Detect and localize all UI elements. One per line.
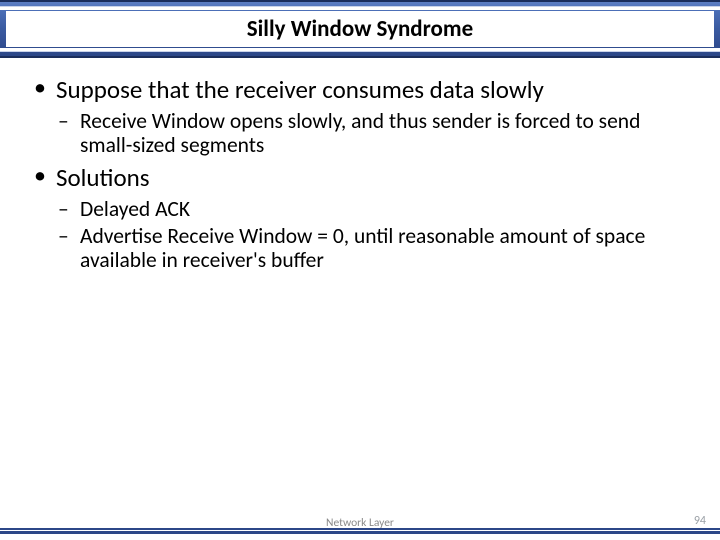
sub-list-item: Delayed ACK [56, 197, 692, 222]
sub-list: Delayed ACK Advertise Receive Window = 0… [56, 197, 692, 273]
sub-list-item: Advertise Receive Window = 0, until reas… [56, 224, 692, 273]
sub-list: Receive Window opens slowly, and thus se… [56, 109, 692, 158]
list-item: Solutions Delayed ACK Advertise Receive … [28, 164, 692, 273]
sub-list-item: Receive Window opens slowly, and thus se… [56, 109, 692, 158]
footer: Network Layer 94 [0, 512, 720, 534]
slide-title: Silly Window Syndrome [6, 11, 714, 47]
title-bar: Silly Window Syndrome [0, 0, 720, 58]
footer-page-number: 94 [694, 514, 706, 528]
bullet-list: Suppose that the receiver consumes data … [28, 76, 692, 273]
footer-divider [0, 528, 720, 534]
bullet-text: Suppose that the receiver consumes data … [56, 76, 692, 105]
bullet-text: Solutions [56, 164, 692, 193]
list-item: Suppose that the receiver consumes data … [28, 76, 692, 158]
slide-body: Suppose that the receiver consumes data … [0, 58, 720, 540]
slide: Silly Window Syndrome Suppose that the r… [0, 0, 720, 540]
